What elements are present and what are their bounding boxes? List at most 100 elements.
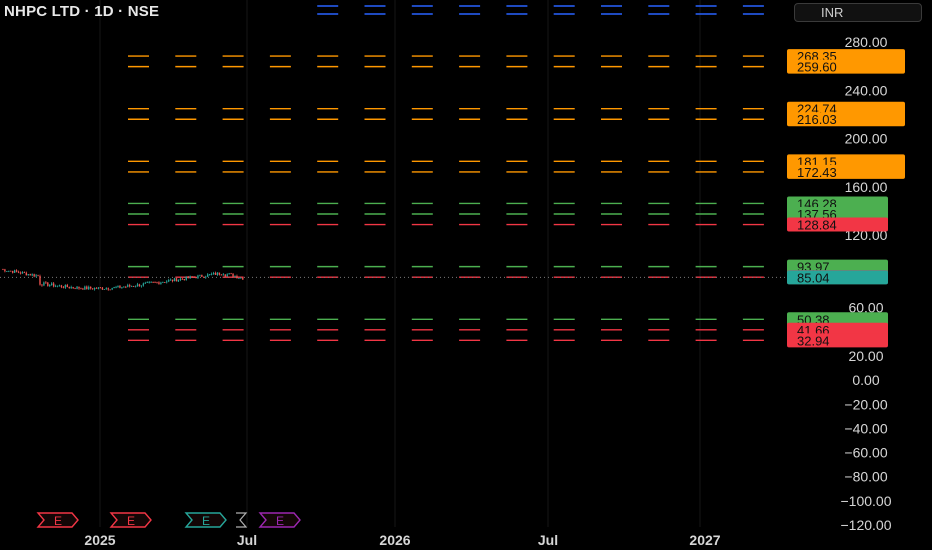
candle (54, 285, 57, 287)
candle (216, 272, 219, 275)
candle (90, 286, 92, 289)
candle (21, 272, 24, 274)
earnings-marker[interactable]: E (184, 512, 227, 528)
x-tick-label: 2027 (689, 532, 720, 548)
candle (203, 276, 205, 278)
candle (105, 288, 107, 290)
candle (113, 286, 115, 289)
earnings-marker[interactable]: E (109, 512, 152, 528)
price-tag-red-label: 32.94 (797, 333, 830, 348)
y-tick-label: 200.00 (845, 131, 888, 147)
candle (35, 275, 37, 277)
candle (154, 282, 156, 283)
candle (45, 282, 47, 284)
earnings-marker[interactable]: E (258, 512, 301, 528)
candle (150, 282, 152, 283)
candle (230, 273, 232, 275)
candle (240, 277, 242, 279)
candle (27, 274, 29, 276)
price-series (2, 268, 244, 291)
candle (156, 282, 158, 284)
candle (125, 286, 127, 288)
earnings-marker[interactable]: E (36, 512, 79, 528)
candle (160, 282, 162, 284)
candle (58, 285, 61, 287)
candle (123, 286, 125, 288)
candle (189, 276, 191, 279)
candle (119, 285, 121, 288)
candle (193, 277, 195, 278)
candle (226, 274, 228, 277)
candle (168, 280, 170, 282)
candle (10, 270, 12, 272)
candle (95, 287, 98, 289)
candle (80, 288, 82, 290)
y-tick-label: 280.00 (845, 34, 888, 50)
candle (115, 286, 117, 288)
candle (39, 275, 41, 285)
candle (25, 272, 28, 276)
candle (41, 284, 43, 286)
candle (74, 288, 76, 289)
candle (101, 287, 104, 290)
candle (185, 276, 187, 281)
candle (76, 286, 78, 289)
current-price-tag-label: 85.04 (797, 270, 830, 285)
candle (142, 283, 145, 286)
candle (232, 273, 234, 277)
candle (138, 284, 141, 287)
y-tick-label: 0.00 (852, 372, 879, 388)
candle (183, 279, 185, 281)
candle (66, 284, 68, 288)
candle (19, 272, 22, 274)
candle (191, 276, 193, 278)
candle (236, 276, 238, 279)
candle (62, 287, 65, 288)
candle (179, 278, 182, 280)
price-tag-orange-label: 216.03 (797, 112, 837, 127)
candle (162, 282, 164, 283)
candle (208, 274, 211, 275)
y-tick-label: 160.00 (845, 179, 888, 195)
price-tag-red-label: 128.84 (797, 218, 837, 233)
candle (91, 288, 94, 290)
event-markers[interactable]: EEEE (36, 512, 301, 528)
y-tick-label: −80.00 (844, 469, 887, 485)
candle (68, 287, 70, 289)
candle (242, 277, 244, 280)
candle (107, 288, 109, 290)
x-axis[interactable]: 2025 Jul 2026 Jul 2027 (84, 532, 720, 548)
candle (121, 287, 123, 288)
y-tick-label: 20.00 (848, 348, 883, 364)
candle (148, 282, 150, 283)
candle (49, 285, 51, 286)
x-tick-label: Jul (237, 532, 257, 548)
candle (234, 276, 236, 277)
candle (181, 278, 184, 280)
candle (47, 282, 49, 286)
candle (2, 269, 4, 271)
candle (103, 289, 106, 290)
candle (8, 270, 10, 272)
candle (228, 273, 230, 275)
candle (175, 278, 178, 282)
candle (4, 269, 6, 272)
y-tick-label: −120.00 (841, 517, 892, 533)
candle (117, 285, 119, 287)
price-tag-orange-label: 259.60 (797, 60, 837, 75)
candle (13, 270, 16, 273)
candle (158, 282, 160, 284)
currency-button[interactable]: INR (794, 3, 922, 22)
grid-lines (99, 0, 701, 527)
candle (140, 285, 143, 287)
y-tick-label: −60.00 (844, 445, 887, 461)
y-tick-label: −20.00 (844, 396, 887, 412)
candle (171, 279, 174, 282)
price-chart[interactable]: 280.00240.00200.00160.00120.0060.0020.00… (0, 0, 932, 550)
y-tick-label: −100.00 (841, 493, 892, 509)
candle (111, 288, 113, 290)
candle (17, 271, 20, 273)
candle (99, 287, 102, 289)
marker-label: E (127, 514, 135, 528)
candle (136, 284, 139, 287)
